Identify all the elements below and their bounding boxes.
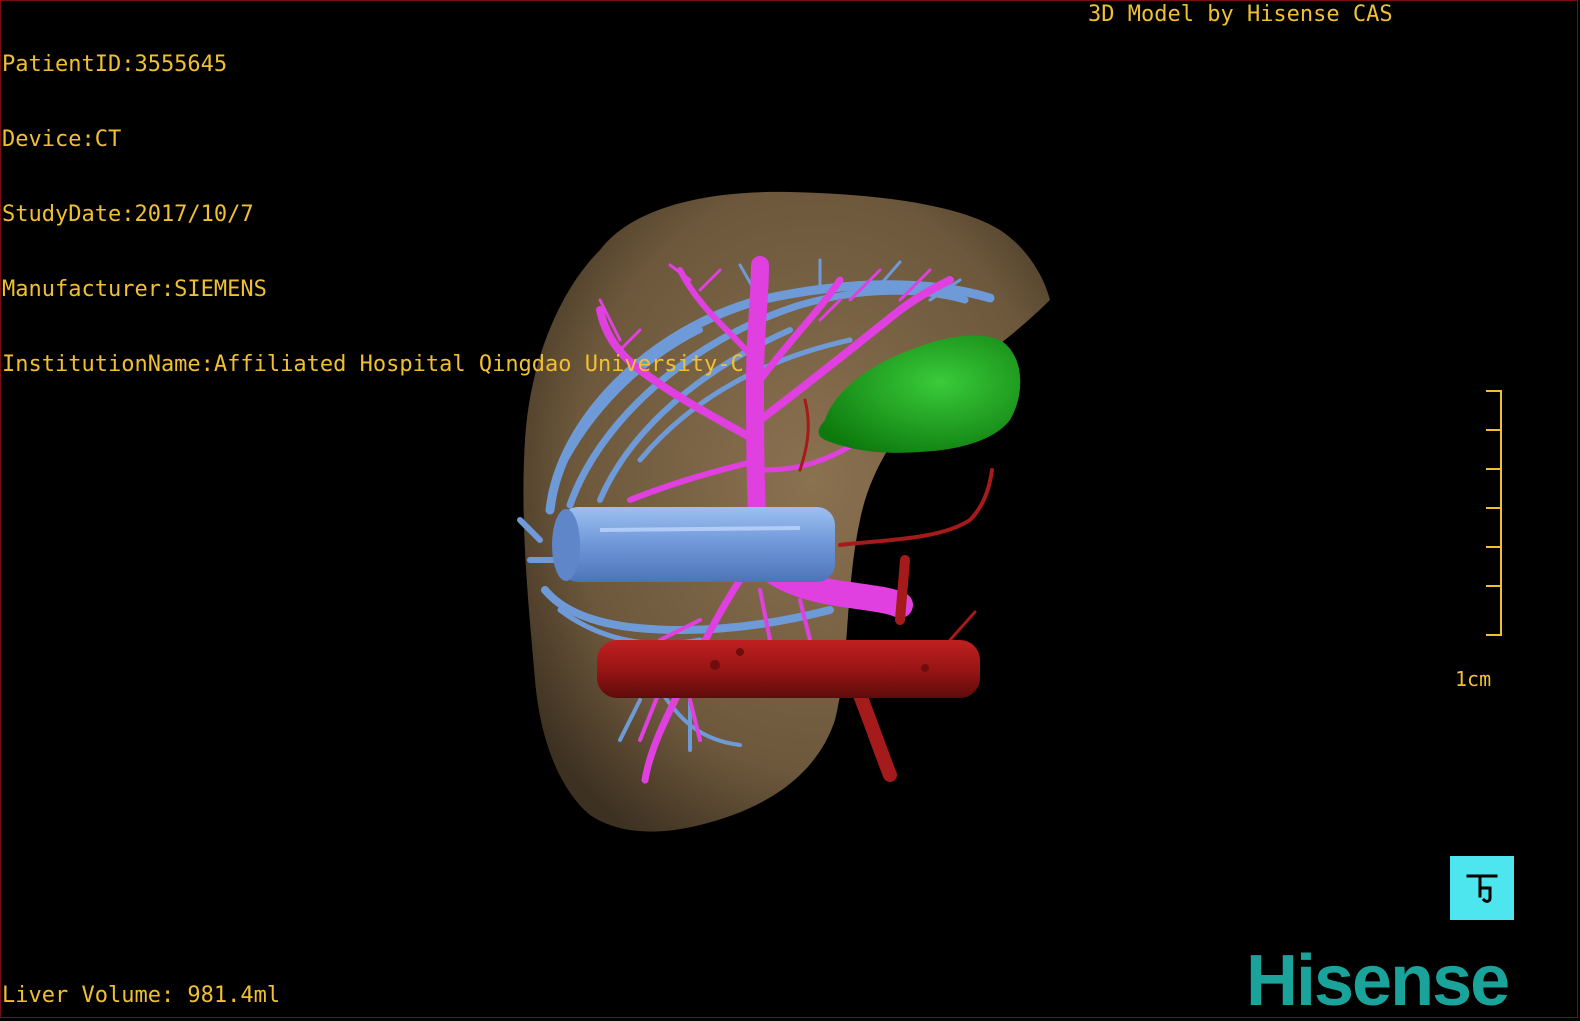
dicom-info-overlay: PatientID:3555645 Device:CT StudyDate:20… (2, 2, 744, 402)
device-text: Device:CT (2, 127, 122, 152)
scale-bar-spine (1500, 390, 1502, 636)
scale-bar (1480, 390, 1504, 636)
scale-tick (1486, 634, 1502, 636)
scale-tick (1486, 585, 1502, 587)
aorta (597, 640, 980, 698)
model-credit-text: 3D Model by Hisense CAS (1088, 2, 1393, 27)
scale-bar-label: 1cm (1455, 667, 1492, 691)
scale-tick (1486, 468, 1502, 470)
liver-volume-text: Liver Volume: 981.4ml (2, 983, 281, 1008)
patient-id-text: PatientID:3555645 (2, 52, 228, 77)
hisense-logo: Hisense (1246, 941, 1510, 1021)
orientation-button[interactable] (1450, 856, 1514, 920)
scale-tick (1486, 507, 1502, 509)
orientation-icon (1466, 874, 1498, 903)
inferior-vena-cava (552, 507, 835, 582)
scale-tick (1486, 546, 1502, 548)
scale-tick (1486, 429, 1502, 431)
scale-tick (1486, 390, 1502, 392)
manufacturer-text: Manufacturer:SIEMENS (2, 277, 267, 302)
institution-text: InstitutionName:Affiliated Hospital Qing… (2, 352, 744, 377)
study-date-text: StudyDate:2017/10/7 (2, 202, 254, 227)
